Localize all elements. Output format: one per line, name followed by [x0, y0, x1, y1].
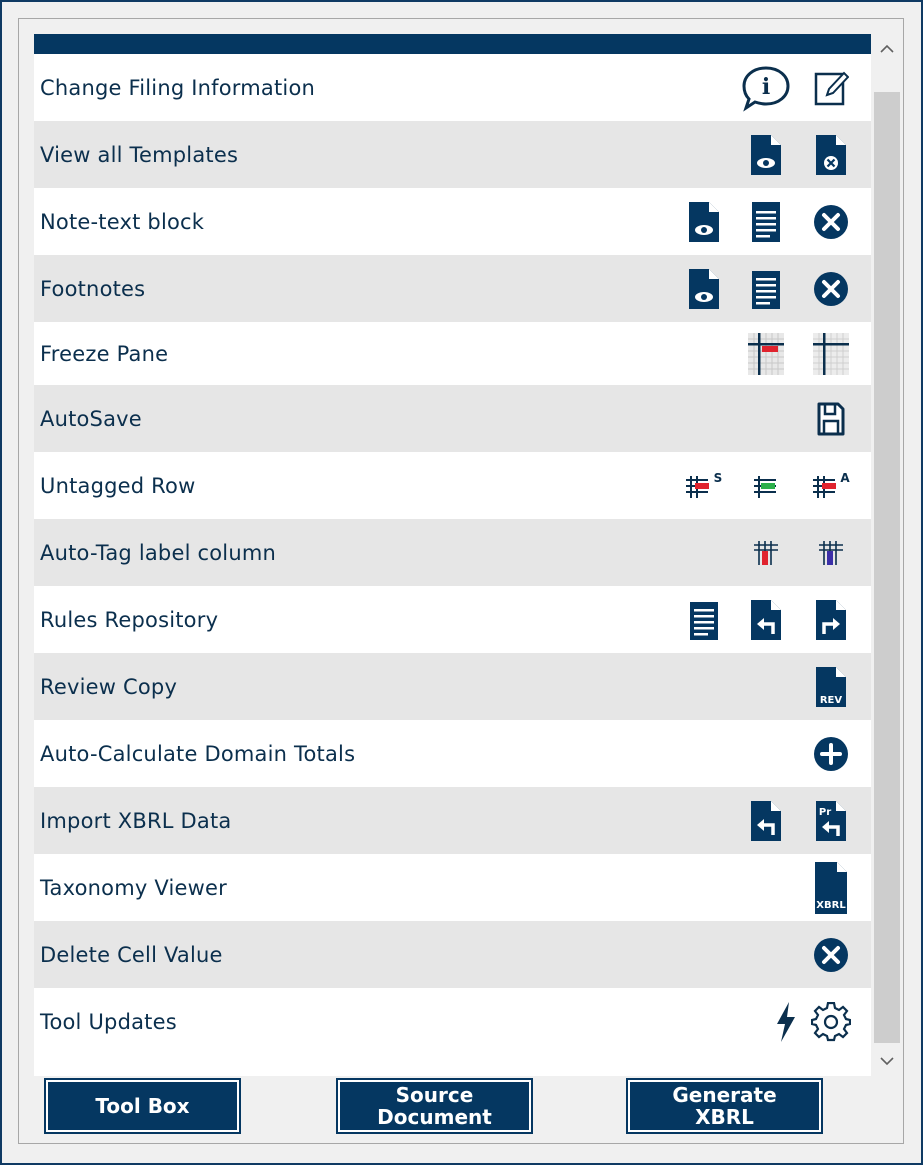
tool-row-taxonomy-viewer: Taxonomy Viewer XBRL — [34, 854, 871, 921]
scroll-down-arrow-icon[interactable] — [873, 1046, 901, 1076]
tool-row-label: Taxonomy Viewer — [40, 875, 227, 900]
toolbox-window: Change Filing Information i View all Tem… — [0, 0, 923, 1165]
tool-list: Change Filing Information i View all Tem… — [34, 34, 871, 1076]
delete-circle-icon[interactable] — [812, 203, 850, 241]
toolbox-panel: Change Filing Information i View all Tem… — [18, 18, 904, 1144]
source-document-button-line2: Document — [377, 1105, 492, 1129]
view-document-icon[interactable] — [689, 201, 719, 242]
generate-xbrl-button-line1: Generate — [672, 1083, 777, 1107]
tool-row-review-copy: Review Copy REV — [34, 653, 871, 720]
edit-icon[interactable] — [813, 69, 849, 107]
export-document-icon[interactable] — [816, 599, 846, 640]
tool-row-freeze-pane: Freeze Pane — [34, 322, 871, 385]
remove-document-icon[interactable] — [816, 134, 846, 175]
tool-row-auto-calculate-domain-totals: Auto-Calculate Domain Totals — [34, 720, 871, 787]
import-document-icon[interactable] — [751, 800, 781, 841]
generate-xbrl-button[interactable]: Generate XBRL — [626, 1078, 823, 1134]
untagged-row-s-letter: S — [714, 472, 723, 485]
tool-row-rules-repository: Rules Repository — [34, 586, 871, 653]
auto-tag-blue-icon[interactable] — [818, 540, 844, 566]
tool-row-label: Tool Updates — [40, 1009, 177, 1034]
tool-row-label: Delete Cell Value — [40, 942, 223, 967]
gear-icon[interactable] — [811, 1001, 851, 1042]
tool-row-tool-updates: Tool Updates — [34, 988, 871, 1055]
tool-row-label: Auto-Tag label column — [40, 540, 276, 565]
tool-box-button[interactable]: Tool Box — [44, 1078, 241, 1134]
tool-box-button-label: Tool Box — [95, 1094, 190, 1118]
tool-row-label: Rules Repository — [40, 607, 219, 632]
tool-row-footnotes: Footnotes — [34, 255, 871, 322]
info-bubble-icon[interactable]: i — [740, 64, 792, 112]
tool-row-auto-tag-label-column: Auto-Tag label column — [34, 519, 871, 586]
delete-circle-icon[interactable] — [812, 270, 850, 308]
list-header-bar — [34, 34, 871, 54]
svg-text:i: i — [762, 74, 770, 100]
import-document-icon[interactable] — [751, 599, 781, 640]
tool-row-view-all-templates: View all Templates — [34, 121, 871, 188]
freeze-pane-icon[interactable] — [748, 332, 784, 375]
lightning-icon[interactable] — [775, 1001, 797, 1042]
tool-row-label: Freeze Pane — [40, 341, 169, 366]
tool-row-untagged-row: Untagged Row S A — [34, 452, 871, 519]
import-pr-document-icon[interactable]: Pr — [816, 800, 846, 841]
unfreeze-pane-icon[interactable] — [813, 332, 849, 375]
xbrl-icon-text: XBRL — [816, 900, 846, 911]
untagged-row-icon[interactable] — [752, 472, 780, 500]
tool-row-label: Auto-Calculate Domain Totals — [40, 741, 356, 766]
tool-row-autosave: AutoSave — [34, 385, 871, 452]
xbrl-document-icon[interactable]: XBRL — [815, 861, 847, 914]
view-document-icon[interactable] — [689, 268, 719, 309]
tool-row-delete-cell-value: Delete Cell Value — [34, 921, 871, 988]
tool-row-label: Change Filing Information — [40, 75, 316, 100]
add-circle-icon[interactable] — [812, 735, 850, 773]
import-pr-icon-text: Pr — [819, 807, 831, 818]
scroll-up-arrow-icon[interactable] — [873, 34, 901, 64]
vertical-scrollbar[interactable] — [873, 34, 901, 1076]
tool-row-change-filing-information: Change Filing Information i — [34, 54, 871, 121]
tool-row-label: Untagged Row — [40, 473, 196, 498]
tool-row-import-xbrl-data: Import XBRL Data Pr — [34, 787, 871, 854]
text-block-icon[interactable] — [752, 269, 780, 309]
tool-row-note-text-block: Note-text block — [34, 188, 871, 255]
tool-row-label: Footnotes — [40, 276, 146, 301]
auto-tag-red-icon[interactable] — [753, 540, 779, 566]
tool-row-label: View all Templates — [40, 142, 239, 167]
untagged-row-a-letter: A — [840, 472, 850, 485]
tool-row-label: Review Copy — [40, 674, 178, 699]
source-document-button-line1: Source — [395, 1083, 474, 1107]
untagged-row-s-icon[interactable]: S — [684, 472, 724, 500]
source-document-button[interactable]: Source Document — [336, 1078, 533, 1134]
view-document-icon[interactable] — [751, 134, 781, 175]
tool-row-label: Import XBRL Data — [40, 808, 232, 833]
tool-row-label: AutoSave — [40, 406, 142, 431]
generate-xbrl-button-line2: XBRL — [695, 1105, 754, 1129]
review-copy-icon-text: REV — [820, 695, 843, 706]
tool-row-label: Note-text block — [40, 209, 205, 234]
text-block-icon[interactable] — [752, 201, 780, 242]
untagged-row-a-icon[interactable]: A — [811, 472, 851, 500]
text-block-icon[interactable] — [690, 600, 718, 640]
save-icon[interactable] — [816, 401, 846, 437]
review-copy-icon[interactable]: REV — [816, 666, 846, 707]
scrollbar-thumb[interactable] — [874, 92, 900, 1043]
delete-circle-icon[interactable] — [812, 936, 850, 974]
